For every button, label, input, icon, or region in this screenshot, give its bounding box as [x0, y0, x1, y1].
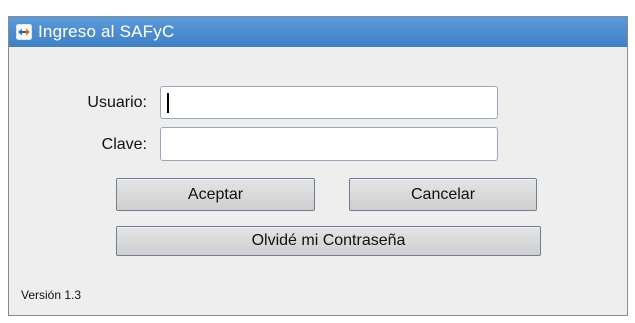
cancel-button[interactable]: Cancelar — [349, 178, 537, 211]
version-label: Versión 1.3 — [21, 288, 82, 302]
accept-button[interactable]: Aceptar — [116, 178, 315, 211]
password-field[interactable] — [160, 127, 498, 161]
title-bar[interactable]: Ingreso al SAFyC — [9, 17, 627, 47]
app-arrows-icon — [16, 24, 32, 40]
text-caret — [167, 93, 169, 113]
login-window: Ingreso al SAFyC Usuario: Clave: Aceptar… — [8, 16, 628, 316]
forgot-password-button[interactable]: Olvidé mi Contraseña — [116, 226, 541, 256]
username-field[interactable] — [160, 86, 498, 119]
password-label: Clave: — [101, 136, 147, 153]
window-title: Ingreso al SAFyC — [38, 22, 175, 41]
username-label: Usuario: — [87, 94, 147, 111]
